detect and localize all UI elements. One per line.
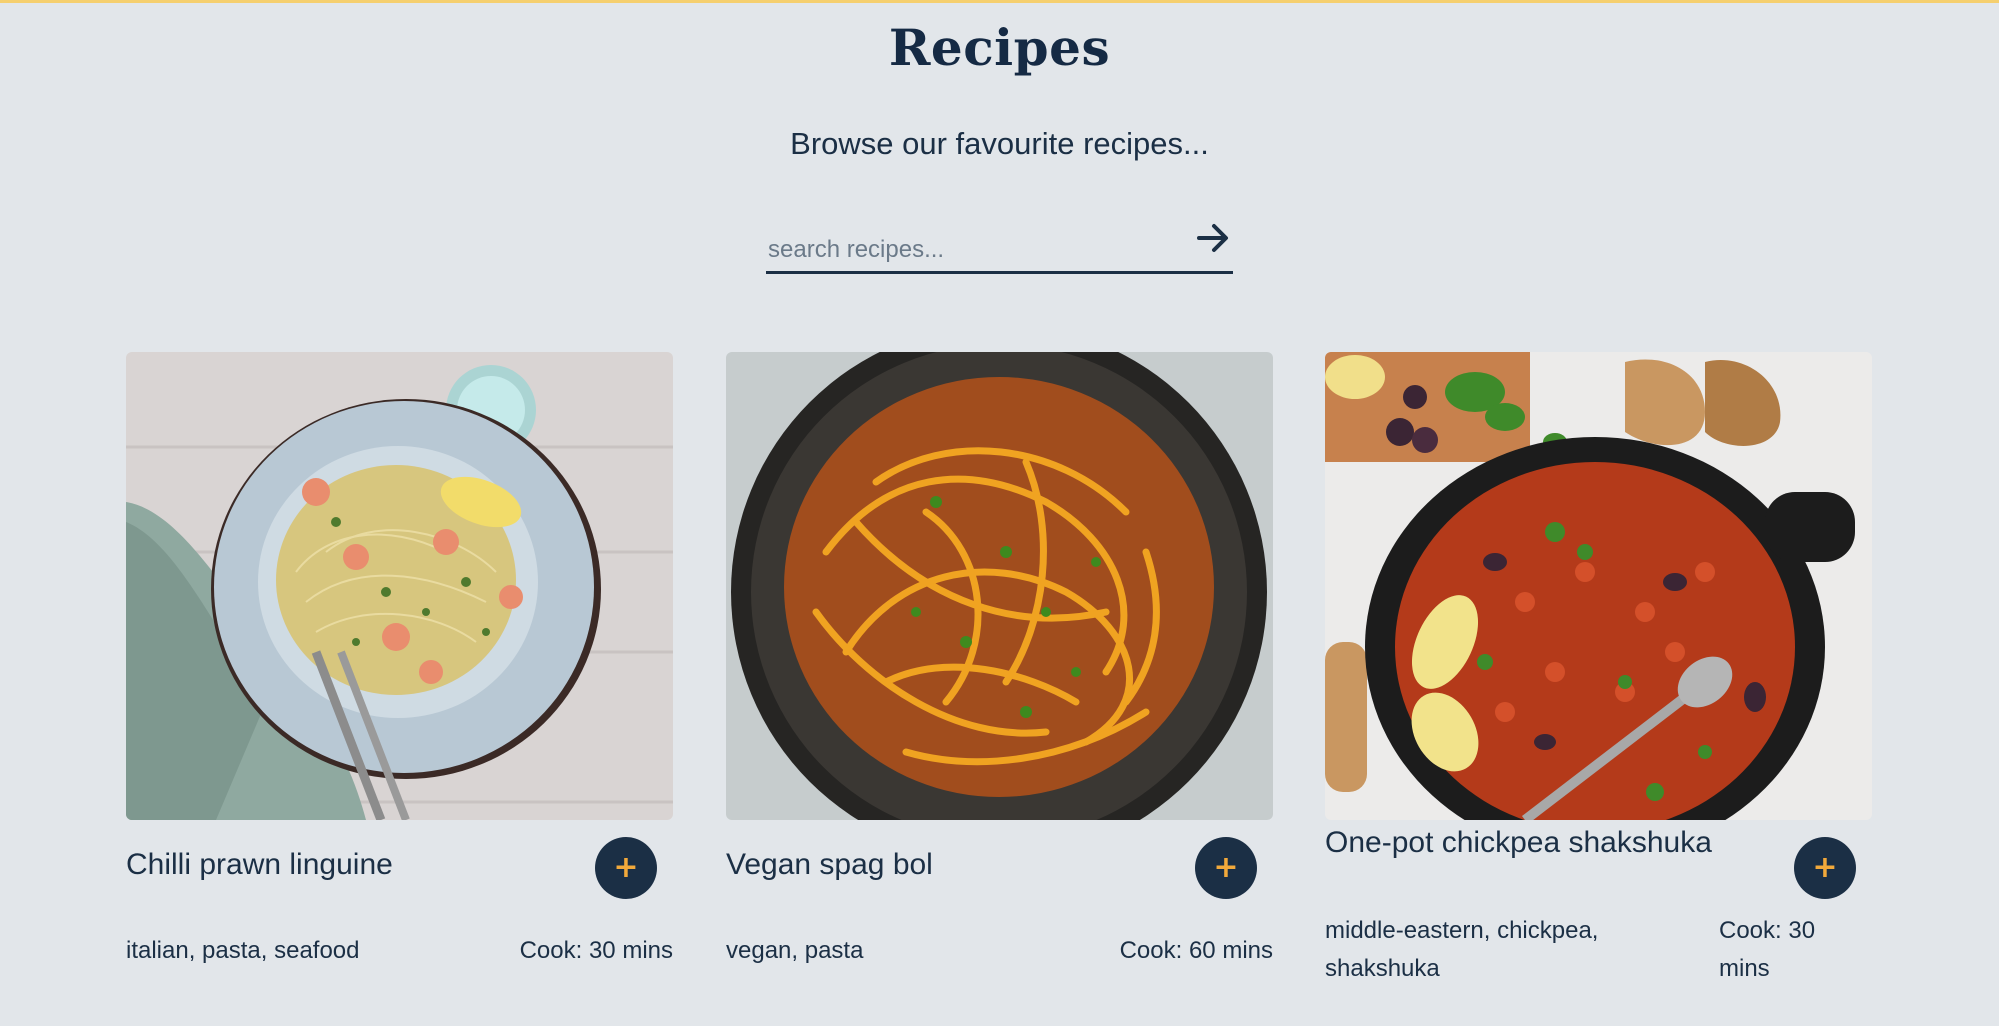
add-recipe-button[interactable]: + bbox=[595, 837, 657, 899]
search-bar bbox=[766, 218, 1233, 274]
recipe-image[interactable] bbox=[726, 352, 1273, 820]
plus-icon: + bbox=[1812, 850, 1838, 885]
recipe-image[interactable] bbox=[1325, 352, 1872, 820]
recipe-cook-time: Cook: 60 mins bbox=[1119, 937, 1273, 964]
recipe-title[interactable]: Vegan spag bol bbox=[726, 842, 1146, 887]
plus-icon: + bbox=[613, 850, 639, 885]
plus-icon: + bbox=[1213, 850, 1239, 885]
search-submit-button[interactable] bbox=[1193, 218, 1233, 258]
add-recipe-button[interactable]: + bbox=[1794, 837, 1856, 899]
top-accent-strip bbox=[0, 0, 1999, 3]
recipe-image[interactable] bbox=[126, 352, 673, 820]
recipe-tags: italian, pasta, seafood bbox=[126, 937, 360, 964]
page-title: Recipes bbox=[888, 18, 1111, 77]
recipe-tags: middle-eastern, chickpea, shakshuka bbox=[1325, 917, 1599, 982]
search-input[interactable] bbox=[768, 232, 1168, 268]
add-recipe-button[interactable]: + bbox=[1195, 837, 1257, 899]
recipe-tags: vegan, pasta bbox=[726, 937, 864, 964]
page-subtitle: Browse our favourite recipes... bbox=[790, 126, 1209, 161]
recipe-cook-time: Cook: 30 mins bbox=[1719, 917, 1816, 982]
recipe-title[interactable]: Chilli prawn linguine bbox=[126, 842, 546, 887]
arrow-right-icon bbox=[1197, 224, 1228, 252]
recipe-title[interactable]: One-pot chickpea shakshuka bbox=[1325, 820, 1745, 865]
recipe-cook-time: Cook: 30 mins bbox=[519, 937, 673, 964]
